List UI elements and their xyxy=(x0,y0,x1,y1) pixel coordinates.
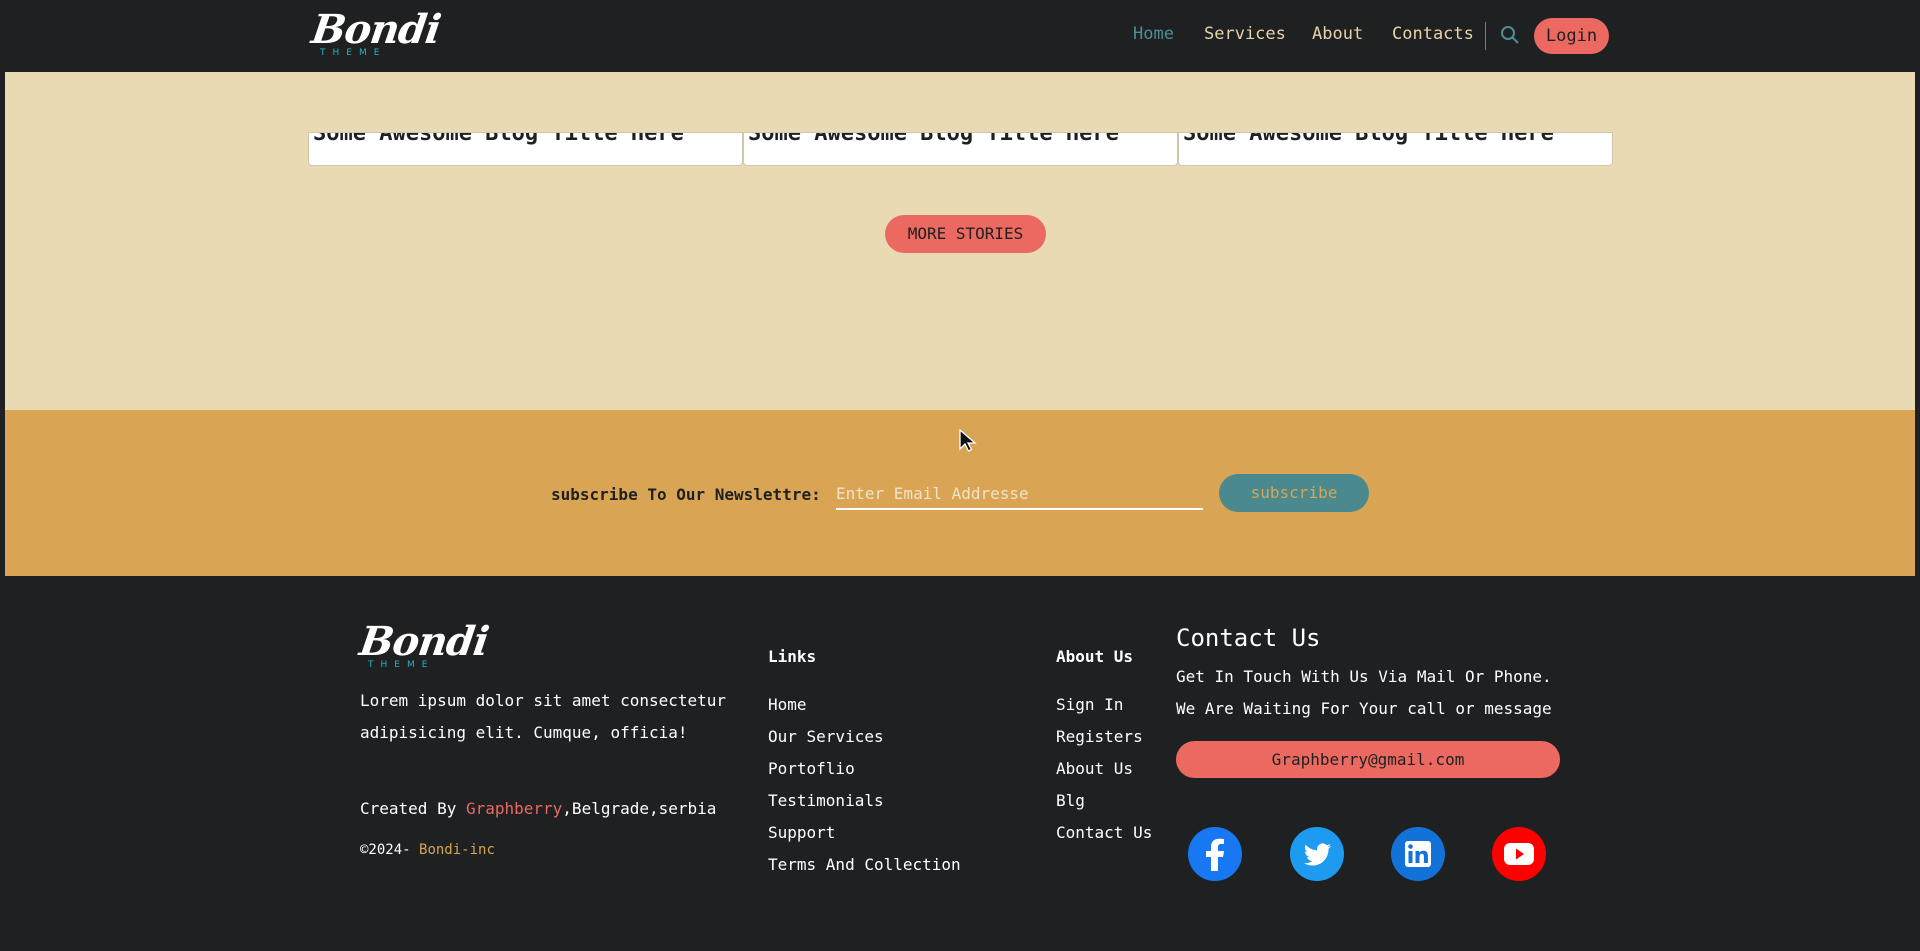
login-button[interactable]: Login xyxy=(1534,18,1609,54)
logo-text: Bondi xyxy=(356,618,492,665)
blog-card-title: Some Awesome Blog Title Here xyxy=(748,132,1119,146)
contact-text: Get In Touch With Us Via Mail Or Phone. … xyxy=(1176,667,1552,718)
footer xyxy=(5,576,1915,947)
footer-link-blog[interactable]: Blg xyxy=(1056,791,1085,810)
footer-link-sign-in[interactable]: Sign In xyxy=(1056,695,1123,714)
blog-card[interactable]: Some Awesome Blog Title Here xyxy=(743,132,1178,166)
links-heading: Links xyxy=(768,647,817,666)
footer-logo[interactable]: Bondi THEME xyxy=(356,618,492,670)
footer-link-portfolio[interactable]: Portoflio xyxy=(768,759,855,778)
linkedin-icon[interactable] xyxy=(1391,827,1445,881)
nav-divider xyxy=(1485,22,1486,50)
nav-home[interactable]: Home xyxy=(1133,24,1174,44)
copyright-link[interactable]: Bondi-inc xyxy=(419,842,495,858)
footer-link-contact-us[interactable]: Contact Us xyxy=(1056,823,1152,842)
footer-link-home[interactable]: Home xyxy=(768,695,807,714)
twitter-icon[interactable] xyxy=(1290,827,1344,881)
newsletter-email-input[interactable] xyxy=(836,474,1203,510)
top-navbar xyxy=(5,0,1915,72)
nav-services[interactable]: Services xyxy=(1204,24,1286,44)
blog-card[interactable]: Some Awesome Blog Title Here xyxy=(308,132,743,166)
nav-about[interactable]: About xyxy=(1312,24,1363,44)
footer-link-about-us[interactable]: About Us xyxy=(1056,759,1133,778)
blog-card-title: Some Awesome Blog Title Here xyxy=(313,132,684,146)
header-logo[interactable]: Bondi THEME xyxy=(308,6,444,58)
email-button[interactable]: Graphberry@gmail.com xyxy=(1176,741,1560,778)
footer-credit: Created By Graphberry,Belgrade,serbia xyxy=(360,799,717,818)
footer-link-terms[interactable]: Terms And Collection xyxy=(768,855,961,874)
credit-link[interactable]: Graphberry xyxy=(466,799,562,818)
about-heading: About Us xyxy=(1056,647,1134,666)
mouse-cursor xyxy=(958,428,978,453)
nav-contacts[interactable]: Contacts xyxy=(1392,24,1474,44)
footer-copyright: ©2024- Bondi-inc xyxy=(360,842,495,858)
blog-card-title: Some Awesome Blog Title Here xyxy=(1183,132,1554,146)
youtube-icon[interactable] xyxy=(1492,827,1546,881)
more-stories-button[interactable]: MORE STORIES xyxy=(885,215,1046,253)
footer-link-services[interactable]: Our Services xyxy=(768,727,884,746)
contact-heading: Contact Us xyxy=(1176,624,1321,652)
subscribe-button[interactable]: subscribe xyxy=(1219,474,1369,512)
search-icon[interactable] xyxy=(1500,25,1520,45)
blog-section: Some Awesome Blog Title Here Some Awesom… xyxy=(5,72,1915,410)
footer-link-testimonials[interactable]: Testimonials xyxy=(768,791,884,810)
newsletter-label: subscribe To Our Newslettre: xyxy=(551,485,821,504)
facebook-icon[interactable] xyxy=(1188,827,1242,881)
footer-description: Lorem ipsum dolor sit amet consectetur a… xyxy=(360,691,727,742)
blog-card[interactable]: Some Awesome Blog Title Here xyxy=(1178,132,1613,166)
footer-link-registers[interactable]: Registers xyxy=(1056,727,1143,746)
logo-text: Bondi xyxy=(308,6,444,53)
footer-link-support[interactable]: Support xyxy=(768,823,835,842)
